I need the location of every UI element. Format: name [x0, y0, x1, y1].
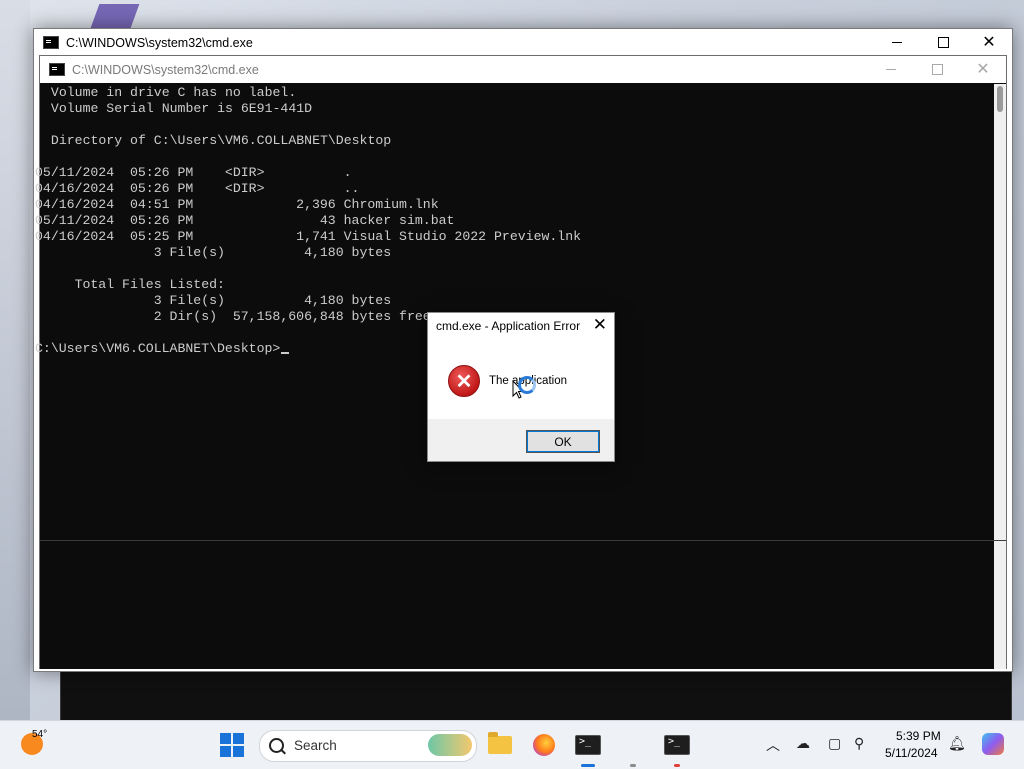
prompt-line[interactable]: C:\Users\VM6.COLLABNET\Desktop>	[35, 341, 290, 357]
cmd-taskbar-button[interactable]	[574, 731, 602, 759]
terminal-icon	[664, 735, 690, 755]
terminal-running-indicator	[674, 764, 680, 767]
taskbar: 54° Search ︿ ☁ ▢ ⚲ 5:39 PM 5/11/2024 🔔︎	[0, 720, 1024, 769]
cmd-active-indicator	[581, 764, 595, 767]
start-button[interactable]	[218, 731, 246, 759]
scroll-thumb[interactable]	[997, 86, 1003, 112]
network-icon[interactable]: ⚲	[854, 735, 864, 752]
cmd-icon	[49, 63, 65, 76]
console-lower-pane	[40, 540, 1006, 669]
dialog-title: cmd.exe - Application Error	[436, 319, 581, 333]
inner-close-button[interactable]: ✕	[960, 56, 1006, 83]
app-running-indicator	[630, 764, 636, 767]
console-line: 04/16/2024 04:51 PM 2,396 Chromium.lnk	[35, 197, 439, 212]
maximize-button[interactable]	[920, 29, 966, 56]
desktop-icons-strip	[0, 0, 30, 720]
maximize-icon	[931, 64, 943, 75]
search-highlight-icon	[428, 734, 472, 756]
console-line: Total Files Listed:	[35, 277, 225, 292]
taskbar-search[interactable]: Search	[259, 730, 477, 762]
minimize-icon	[892, 42, 902, 43]
search-icon	[269, 738, 284, 753]
dialog-footer: OK	[428, 419, 614, 461]
outer-title-bar[interactable]: C:\WINDOWS\system32\cmd.exe ✕	[34, 29, 1012, 56]
firefox-button[interactable]	[530, 731, 558, 759]
clock-date[interactable]: 5/11/2024	[885, 746, 938, 760]
console-line: 2 Dir(s) 57,158,606,848 bytes free	[35, 309, 431, 324]
console-line: 04/16/2024 05:26 PM <DIR> ..	[35, 181, 360, 196]
console-line: Volume in drive C has no label.	[43, 85, 297, 100]
terminal-taskbar-button[interactable]	[663, 731, 691, 759]
error-icon: ✕	[448, 365, 480, 397]
notification-bell-icon[interactable]: 🔔︎	[948, 735, 966, 752]
console-line: Volume Serial Number is 6E91-441D	[43, 101, 313, 116]
console-line: 05/11/2024 05:26 PM <DIR> .	[35, 165, 352, 180]
console-line: 05/11/2024 05:26 PM 43 hacker sim.bat	[35, 213, 455, 228]
close-icon: ✕	[976, 60, 990, 78]
copilot-icon[interactable]	[982, 733, 1004, 755]
inner-window-title: C:\WINDOWS\system32\cmd.exe	[72, 62, 259, 77]
minimize-icon	[886, 69, 896, 70]
close-button[interactable]: ✕	[966, 29, 1012, 56]
file-explorer-button[interactable]	[486, 731, 514, 759]
text-cursor	[281, 352, 290, 354]
dialog-close-button[interactable]: ✕	[593, 316, 607, 333]
inner-title-bar[interactable]: C:\WINDOWS\system32\cmd.exe ✕	[40, 56, 1006, 83]
outer-window-title: C:\WINDOWS\system32\cmd.exe	[66, 35, 253, 50]
console-line: 3 File(s) 4,180 bytes	[35, 245, 392, 260]
inner-minimize-button[interactable]	[868, 56, 914, 83]
show-hidden-icons-chevron-icon[interactable]: ︿	[766, 735, 780, 755]
weather-temperature[interactable]: 54°	[32, 729, 47, 740]
busy-indicator-icon	[518, 376, 536, 394]
folder-icon	[488, 732, 512, 754]
clock-time[interactable]: 5:39 PM	[896, 729, 941, 743]
prompt-text: C:\Users\VM6.COLLABNET\Desktop>	[35, 341, 281, 356]
maximize-icon	[937, 37, 949, 48]
firefox-icon	[533, 734, 555, 756]
ok-button[interactable]: OK	[526, 430, 600, 453]
display-icon[interactable]: ▢	[828, 735, 841, 752]
console-line: 3 File(s) 4,180 bytes	[35, 293, 392, 308]
cloud-offline-icon[interactable]: ☁	[796, 735, 810, 752]
console-line: Directory of C:\Users\VM6.COLLABNET\Desk…	[43, 133, 392, 148]
close-icon: ✕	[982, 33, 996, 51]
windows-logo-icon	[220, 733, 244, 757]
minimize-button[interactable]	[874, 29, 920, 56]
inner-maximize-button[interactable]	[914, 56, 960, 83]
lower-scrollbar[interactable]	[994, 541, 1006, 669]
vertical-scrollbar[interactable]	[994, 84, 1006, 540]
console-line: 04/16/2024 05:25 PM 1,741 Visual Studio …	[35, 229, 582, 244]
cmd-icon	[575, 735, 601, 755]
search-label: Search	[294, 738, 337, 753]
cmd-icon	[43, 36, 59, 49]
